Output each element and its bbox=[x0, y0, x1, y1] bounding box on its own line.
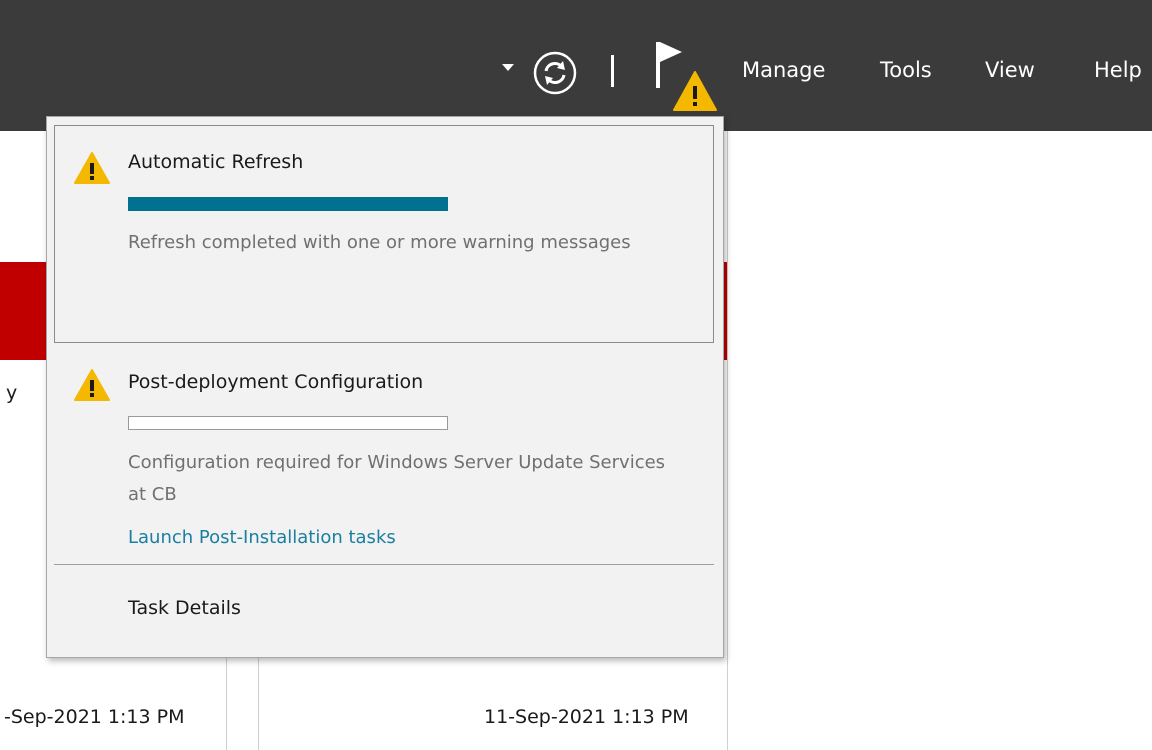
notification-message: Configuration required for Windows Serve… bbox=[128, 452, 666, 505]
grid-line bbox=[727, 131, 728, 750]
toolbar-separator bbox=[611, 55, 614, 87]
menu-view[interactable]: View bbox=[985, 58, 1035, 82]
divider bbox=[54, 564, 714, 565]
progress-bar bbox=[128, 416, 448, 430]
menu-manage[interactable]: Manage bbox=[742, 58, 825, 82]
truncated-label: y bbox=[6, 382, 18, 404]
grid-line bbox=[226, 650, 227, 750]
warning-icon bbox=[74, 152, 110, 184]
timestamp-right: 11-Sep-2021 1:13 PM bbox=[484, 706, 689, 728]
progress-bar bbox=[128, 197, 448, 211]
notifications-panel: Automatic Refresh Refresh completed with… bbox=[46, 116, 724, 658]
timestamp-left: -Sep-2021 1:13 PM bbox=[4, 706, 185, 728]
launch-post-installation-link[interactable]: Launch Post-Installation tasks bbox=[128, 527, 396, 548]
notification-title: Post-deployment Configuration bbox=[128, 371, 424, 393]
menu-help[interactable]: Help bbox=[1094, 58, 1142, 82]
notification-message: Refresh completed with one or more warni… bbox=[128, 232, 631, 253]
progress-fill bbox=[128, 197, 448, 211]
menu-tools[interactable]: Tools bbox=[880, 58, 932, 82]
dropdown-caret-icon[interactable] bbox=[502, 64, 514, 71]
title-bar: Manage Tools View Help bbox=[0, 0, 1152, 131]
notification-title: Automatic Refresh bbox=[128, 151, 304, 173]
warning-icon bbox=[74, 369, 110, 401]
refresh-icon[interactable] bbox=[532, 50, 578, 96]
grid-line bbox=[258, 650, 259, 750]
task-details-link[interactable]: Task Details bbox=[128, 597, 241, 619]
notification-flag-icon[interactable] bbox=[648, 40, 720, 114]
